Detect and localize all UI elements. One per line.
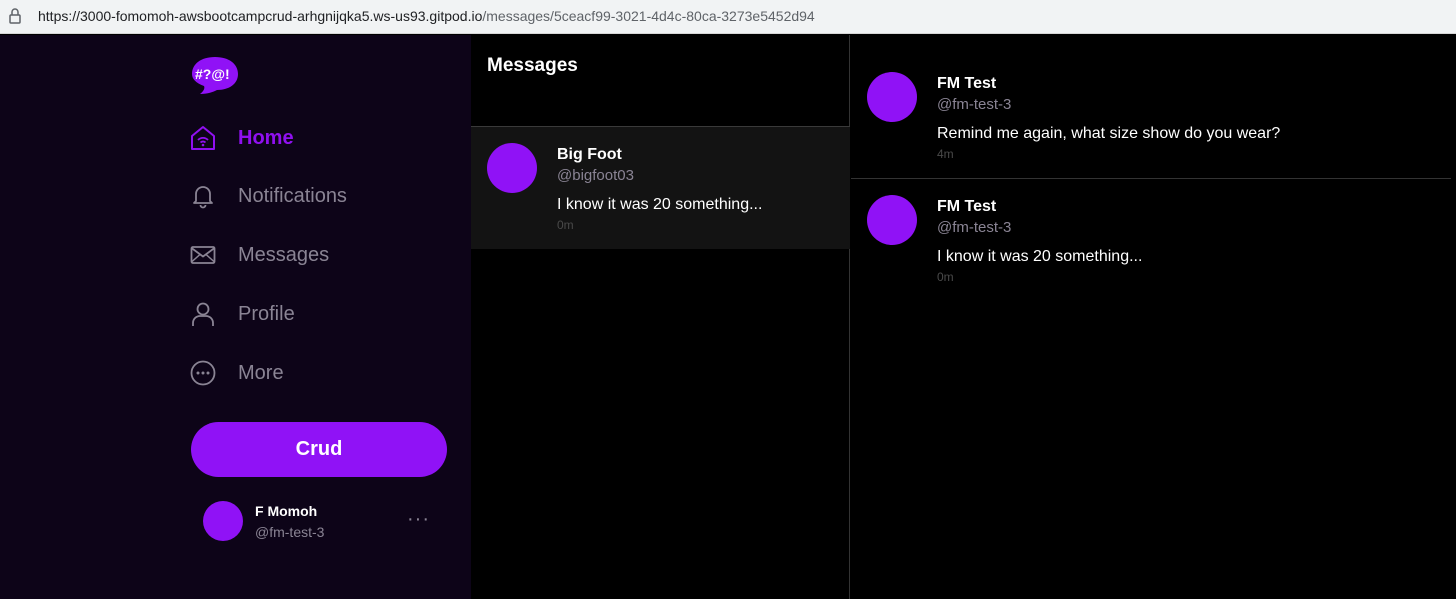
message-display-name: FM Test xyxy=(937,198,997,215)
nav-item-more[interactable]: More xyxy=(190,356,430,392)
message-group-item[interactable]: Big Foot @bigfoot03 I know it was 20 som… xyxy=(471,127,850,249)
avatar xyxy=(867,72,917,122)
nav-item-messages[interactable]: Messages xyxy=(190,238,430,274)
app-logo[interactable]: #?@! xyxy=(191,55,239,95)
lock-icon xyxy=(9,8,21,24)
message-text: Remind me again, what size show do you w… xyxy=(937,125,1281,142)
profile-name: F Momoh xyxy=(255,503,318,519)
sidebar: #?@! Home Notifications Messages Profile… xyxy=(0,35,471,599)
group-time: 0m xyxy=(557,218,574,232)
message-groups-column: Messages Big Foot @bigfoot03 I know it w… xyxy=(471,35,850,599)
nav-label-home: Home xyxy=(238,127,294,149)
nav-label-profile: Profile xyxy=(238,303,295,325)
url-host: https://3000-fomomoh-awsbootcampcrud-arh… xyxy=(38,8,483,24)
home-icon xyxy=(191,126,215,150)
group-display-name: Big Foot xyxy=(557,146,622,163)
nav-item-profile[interactable]: Profile xyxy=(190,297,430,333)
group-handle: @bigfoot03 xyxy=(557,167,634,184)
avatar xyxy=(203,501,243,541)
message-handle: @fm-test-3 xyxy=(937,219,1012,236)
nav-item-notifications[interactable]: Notifications xyxy=(190,179,430,215)
message-text: I know it was 20 something... xyxy=(937,248,1143,265)
message-display-name: FM Test xyxy=(937,75,997,92)
user-icon xyxy=(192,302,214,326)
conversation-column: FM Test @fm-test-3 Remind me again, what… xyxy=(851,35,1456,599)
avatar xyxy=(487,143,537,193)
nav-label-notifications: Notifications xyxy=(238,185,347,207)
envelope-icon xyxy=(190,246,216,264)
nav-item-home[interactable]: Home xyxy=(190,121,430,157)
logo-text: #?@! xyxy=(195,66,230,82)
message-item[interactable]: FM Test @fm-test-3 I know it was 20 some… xyxy=(851,158,1451,284)
profile-menu-icon[interactable]: ··· xyxy=(407,508,430,531)
message-handle: @fm-test-3 xyxy=(937,96,1012,113)
nav-label-messages: Messages xyxy=(238,244,330,266)
url-path: /messages/5ceacf99-3021-4d4c-80ca-3273e5… xyxy=(482,8,815,24)
message-time: 0m xyxy=(937,270,954,284)
crud-button[interactable]: Crud xyxy=(191,422,447,477)
nav-label-more: More xyxy=(238,362,284,384)
bell-icon xyxy=(193,186,213,209)
profile-handle: @fm-test-3 xyxy=(255,524,325,540)
avatar xyxy=(867,195,917,245)
browser-address-bar[interactable]: https://3000-fomomoh-awsbootcampcrud-arh… xyxy=(0,0,1456,34)
url-text[interactable]: https://3000-fomomoh-awsbootcampcrud-arh… xyxy=(38,8,815,24)
profile-card[interactable]: F Momoh @fm-test-3 ··· xyxy=(203,500,443,544)
more-circle-icon xyxy=(190,360,216,386)
page-title: Messages xyxy=(487,55,578,76)
group-last-message: I know it was 20 something... xyxy=(557,196,763,213)
